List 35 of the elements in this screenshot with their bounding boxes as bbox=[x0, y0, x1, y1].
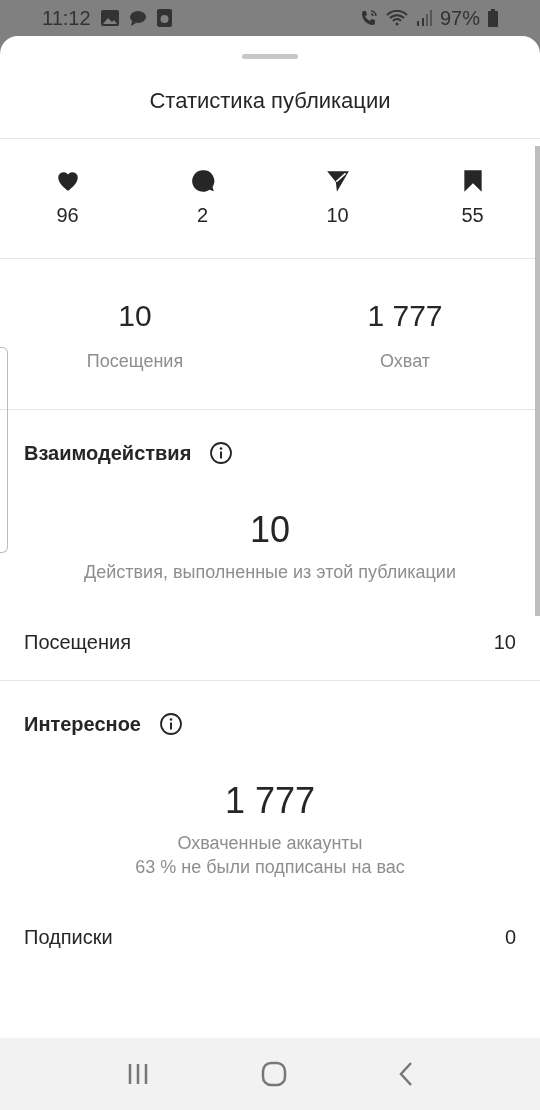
stat-value: 10 bbox=[118, 298, 152, 334]
back-icon[interactable] bbox=[398, 1061, 415, 1087]
stat-value: 1 777 bbox=[367, 298, 443, 334]
battery-percent: 97% bbox=[439, 6, 480, 31]
info-icon[interactable] bbox=[209, 441, 234, 465]
sheet-title: Статистика публикации bbox=[148, 87, 392, 115]
image-icon bbox=[100, 10, 119, 26]
section-caption: 63 % не были подписаны на вас bbox=[135, 856, 405, 879]
clock-time: 11:12 bbox=[42, 6, 91, 31]
stat-label: Посещения bbox=[86, 350, 184, 373]
section-value: 10 bbox=[249, 508, 290, 552]
section-value: 1 777 bbox=[224, 779, 316, 823]
battery-icon bbox=[488, 9, 498, 27]
section-caption: Действия, выполненные из этой публикации bbox=[84, 561, 456, 584]
row-value: 10 bbox=[493, 630, 516, 655]
speech-bubble-icon bbox=[189, 167, 216, 194]
row-label: Подписки bbox=[24, 925, 113, 950]
counter-value: 55 bbox=[461, 202, 484, 228]
drag-handle[interactable] bbox=[242, 54, 298, 59]
home-icon[interactable] bbox=[261, 1061, 287, 1087]
section-title: Интересное bbox=[24, 712, 141, 737]
signal-icon bbox=[415, 10, 432, 26]
row-label: Посещения bbox=[24, 630, 132, 655]
counter-value: 10 bbox=[326, 202, 349, 228]
info-icon[interactable] bbox=[159, 712, 183, 736]
chat-icon bbox=[128, 10, 147, 26]
row-value: 0 bbox=[504, 925, 516, 950]
counter-value: 96 bbox=[56, 202, 79, 228]
wifi-call-icon bbox=[359, 9, 378, 27]
stat-label: Охват bbox=[380, 350, 430, 373]
counter-value: 2 bbox=[196, 202, 209, 228]
app-icon bbox=[156, 9, 172, 27]
section-title: Взаимодействия bbox=[24, 441, 192, 466]
wifi-icon bbox=[385, 10, 408, 26]
section-caption: Охваченные аккаунты bbox=[177, 832, 363, 855]
